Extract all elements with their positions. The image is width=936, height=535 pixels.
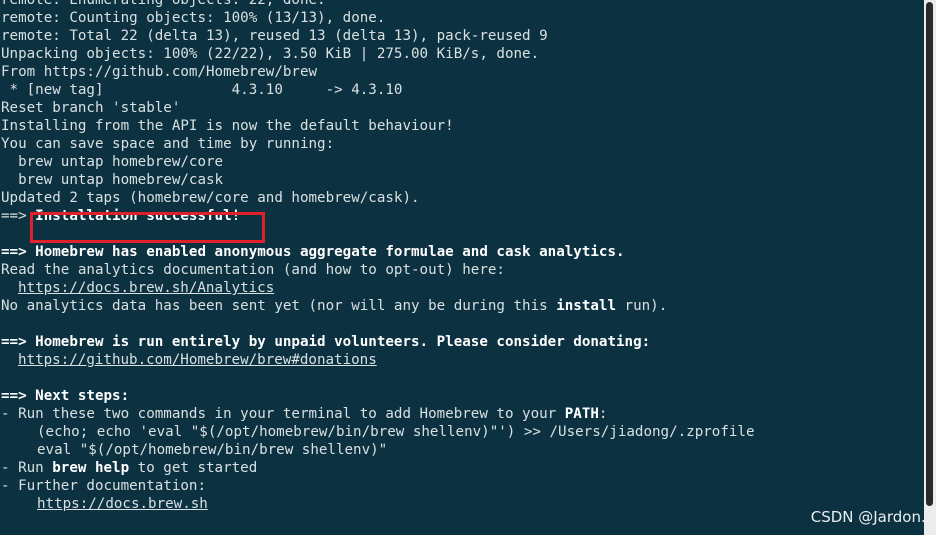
red-highlight-box: [30, 212, 265, 243]
docs-link[interactable]: https://docs.brew.sh: [37, 496, 208, 512]
help-suffix: to get started: [129, 460, 258, 476]
next-steps-heading-line: ==> Next steps:: [0, 387, 924, 405]
csdn-watermark: CSDN @Jardon.▯: [810, 508, 934, 526]
output-line-2: remote: Counting objects: 100% (13/13), …: [1, 10, 386, 26]
analytics-url-line: https://docs.brew.sh/Analytics: [0, 279, 924, 297]
next-steps-heading: Next steps:: [35, 388, 130, 404]
analytics-heading-line: ==> Homebrew has enabled anonymous aggre…: [0, 243, 924, 261]
analytics-docs-link[interactable]: https://docs.brew.sh/Analytics: [18, 280, 274, 296]
output-line-4: Unpacking objects: 100% (22/22), 3.50 Ki…: [1, 46, 540, 62]
brew-help-command: brew help: [52, 460, 130, 476]
shellenv-command[interactable]: eval "$(/opt/homebrew/bin/brew shellenv)…: [37, 442, 387, 458]
docs-url-line: https://docs.brew.sh: [0, 495, 924, 513]
output-line-3: remote: Total 22 (delta 13), reused 13 (…: [1, 28, 548, 44]
scrollbar-thumb[interactable]: [926, 2, 933, 506]
donate-url-line: https://github.com/Homebrew/brew#donatio…: [0, 351, 924, 369]
next-run-colon: :: [598, 406, 608, 422]
command-line-2: eval "$(/opt/homebrew/bin/brew shellenv)…: [0, 441, 924, 459]
output-line-7: Reset branch 'stable': [1, 100, 181, 116]
next-run-text: - Run these two commands in your termina…: [1, 406, 565, 422]
terminal-window[interactable]: remote: Enumerating objects: 22, done. r…: [0, 0, 924, 535]
command-line-1: (echo; echo 'eval "$(/opt/homebrew/bin/b…: [0, 423, 924, 441]
help-prefix: - Run: [1, 460, 53, 476]
output-line-12: Updated 2 taps (homebrew/core and homebr…: [1, 190, 420, 206]
analytics-none-end: run).: [616, 298, 668, 314]
output-line-1: remote: Enumerating objects: 22, done.: [1, 0, 326, 8]
donate-link[interactable]: https://github.com/Homebrew/brew#donatio…: [18, 352, 377, 368]
analytics-none-text: No analytics data has been sent yet (nor…: [1, 298, 557, 314]
output-line-6: * [new tag] 4.3.10 -> 4.3.10: [1, 82, 403, 98]
output-line-5: From https://github.com/Homebrew/brew: [1, 64, 318, 80]
output-line-10: brew untap homebrew/core: [1, 154, 224, 170]
analytics-heading: Homebrew has enabled anonymous aggregate…: [35, 244, 625, 260]
donate-heading-line: ==> Homebrew is run entirely by unpaid v…: [0, 333, 924, 351]
docs-label-line: - Further documentation:: [1, 478, 206, 494]
output-line-11: brew untap homebrew/cask: [1, 172, 224, 188]
donate-heading: Homebrew is run entirely by unpaid volun…: [35, 334, 651, 350]
help-line: - Run brew help to get started: [0, 459, 924, 477]
analytics-read-line: Read the analytics documentation (and ho…: [1, 262, 505, 278]
analytics-install-word: install: [556, 298, 617, 314]
output-line-8: Installing from the API is now the defau…: [1, 118, 454, 134]
next-run-line: - Run these two commands in your termina…: [0, 405, 924, 423]
output-line-9: You can save space and time by running:: [1, 136, 335, 152]
arrow-prefix: ==>: [1, 334, 36, 350]
arrow-prefix: ==>: [1, 244, 36, 260]
path-word: PATH: [564, 406, 599, 422]
arrow-prefix: ==>: [1, 388, 36, 404]
zprofile-command[interactable]: (echo; echo 'eval "$(/opt/homebrew/bin/b…: [37, 424, 755, 440]
analytics-none-line: No analytics data has been sent yet (nor…: [0, 297, 924, 315]
